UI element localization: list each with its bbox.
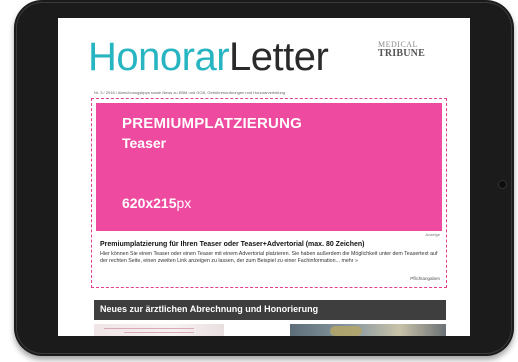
article-thumbnail-2[interactable] — [290, 324, 446, 336]
banner-size-label: 620x215px — [122, 195, 191, 211]
logo-part-honorar: Honorar — [88, 35, 230, 79]
honorarletter-logo[interactable]: HonorarLetter — [88, 34, 329, 80]
section-header: Neues zur ärztlichen Abrechnung und Hono… — [94, 300, 446, 320]
banner-size-value: 620x215 — [122, 195, 177, 211]
issue-line: Nr. 3 / 2016 / Abrechnungstipps sowie Ne… — [94, 90, 286, 95]
tablet-screen: HonorarLetter MEDICAL TRIBUNE Nr. 3 / 20… — [58, 18, 470, 336]
section-heading: Neues zur ärztlichen Abrechnung und Hono… — [100, 304, 319, 314]
teaser-text: Hier können Sie einen Teaser oder einen … — [100, 251, 440, 265]
ad-banner[interactable]: PREMIUMPLATZIERUNG Teaser 620x215px — [96, 103, 442, 231]
thumbnail-detail — [124, 332, 194, 333]
ad-tag: Anzeige — [425, 232, 440, 237]
teaser-title[interactable]: Premiumplatzierung für Ihren Teaser oder… — [100, 241, 440, 248]
newsletter-masthead: HonorarLetter MEDICAL TRIBUNE — [58, 18, 470, 88]
banner-size-unit: px — [176, 195, 192, 211]
medical-tribune-logo[interactable]: MEDICAL TRIBUNE — [378, 40, 438, 59]
article-thumbnail-1[interactable] — [94, 324, 224, 336]
camera-icon — [498, 180, 507, 189]
more-link[interactable]: mehr » — [341, 258, 358, 264]
teaser-body: Hier können Sie einen Teaser oder einen … — [100, 251, 438, 264]
thumbnail-detail — [330, 326, 362, 336]
premium-ad-slot: PREMIUMPLATZIERUNG Teaser 620x215px Anze… — [91, 98, 447, 288]
logo-part-letter: Letter — [229, 35, 329, 79]
mandatory-info-link[interactable]: Pflichtangaben — [410, 276, 440, 281]
banner-subtitle: Teaser — [122, 135, 167, 151]
tablet-device: HonorarLetter MEDICAL TRIBUNE Nr. 3 / 20… — [0, 0, 518, 362]
thumbnail-detail — [104, 328, 194, 329]
banner-title: PREMIUMPLATZIERUNG — [122, 115, 302, 132]
publisher-line-2: TRIBUNE — [378, 48, 425, 59]
